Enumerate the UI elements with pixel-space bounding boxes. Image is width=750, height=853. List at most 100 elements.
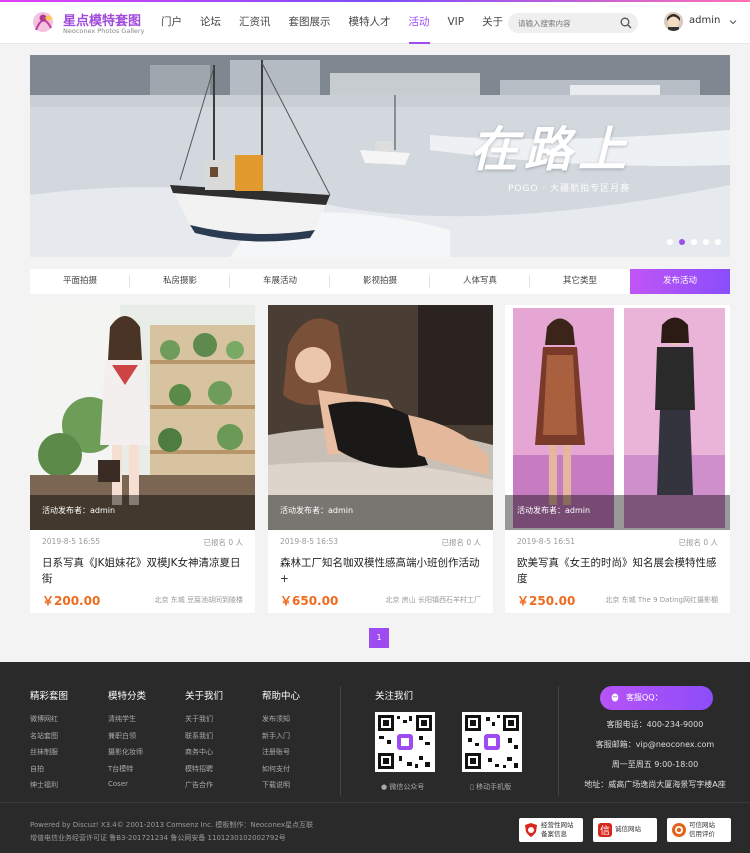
- tab-auto-show[interactable]: 车展活动: [230, 269, 330, 294]
- event-card[interactable]: 活动发布者：admin 2019-8-5 16:51 已报名 0 人 欧美写真《…: [505, 305, 730, 613]
- footer-link[interactable]: 商务中心: [185, 747, 223, 764]
- footer-link[interactable]: Coser: [108, 780, 146, 797]
- nav-portal[interactable]: 门户: [152, 0, 191, 44]
- footer-link[interactable]: 绅士福利: [30, 780, 68, 797]
- main-nav: 门户 论坛 汇资讯 套图展示 模特人才 活动 VIP 关于: [152, 0, 512, 44]
- footer-link[interactable]: 关于我们: [185, 714, 223, 731]
- footer-link[interactable]: 微博网红: [30, 714, 68, 731]
- card-title[interactable]: 日系写真《JK姐妹花》双模JK女神清凉夏日街: [42, 555, 247, 587]
- footer-column-title: 模特分类: [108, 691, 147, 702]
- card-date: 2019-8-5 16:51: [517, 537, 576, 546]
- svg-text:信: 信: [600, 825, 610, 837]
- card-location: 北京 东城 The 9 Dating网红摄影棚: [605, 596, 718, 604]
- avatar[interactable]: [664, 12, 683, 31]
- footer-link[interactable]: 联系我们: [185, 731, 223, 748]
- badge-text: 诚信网站: [615, 825, 641, 834]
- contact-hours: 周一至周五 9:00-18:00: [611, 760, 699, 769]
- card-image[interactable]: 活动发布者：admin: [30, 305, 255, 530]
- footer-column: 帮助中心 发布须知 新手入门 注册账号 如何支付 下载说明: [262, 688, 300, 797]
- slide-dot-1[interactable]: [667, 239, 673, 245]
- footer-link[interactable]: 广告合作: [185, 780, 223, 797]
- card-title[interactable]: 森林工厂知名咖双模性感高端小班创作活动 +: [280, 555, 485, 587]
- card-photo: [30, 305, 255, 530]
- card-signup-count: 已报名 0 人: [441, 538, 481, 547]
- nav-events[interactable]: 活动: [400, 0, 439, 44]
- card-title[interactable]: 欧美写真《女王的时尚》知名展会模特性感度: [517, 555, 722, 587]
- nav-forum[interactable]: 论坛: [191, 0, 230, 44]
- kefu-label: 客服QQ：: [626, 693, 663, 702]
- mobile-icon: ▯: [470, 783, 474, 791]
- search-icon[interactable]: [620, 17, 632, 29]
- card-image[interactable]: 活动发布者：admin: [268, 305, 493, 530]
- footer-link[interactable]: 注册账号: [262, 747, 300, 764]
- nav-vip[interactable]: VIP: [439, 0, 474, 44]
- footer-link[interactable]: 丝袜制服: [30, 747, 68, 764]
- copyright-line: Powered by Discuz! X3.4© 2001-2013 Comse…: [30, 821, 314, 829]
- event-card[interactable]: 活动发布者：admin 2019-8-5 16:55 已报名 0 人 日系写真《…: [30, 305, 255, 613]
- license-line: 增值电信业务经营许可证 鲁B3-201721234 鲁公网安备 11012301…: [30, 834, 286, 842]
- tab-film-shoot[interactable]: 影视拍摄: [330, 269, 430, 294]
- badge-line: 诚信网站: [615, 825, 641, 833]
- badge-line: 经营性网站: [541, 821, 574, 829]
- customer-service-qq-button[interactable]: 客服QQ：: [600, 686, 713, 710]
- badge-credible-site[interactable]: 可信网站 信用评价: [667, 818, 731, 842]
- card-location: 北京 房山 长阳镇西石羊村工厂: [385, 596, 481, 604]
- qr-code-mobile: [462, 712, 522, 772]
- slide-dot-5[interactable]: [715, 239, 721, 245]
- card-image[interactable]: 活动发布者：admin: [505, 305, 730, 530]
- footer-link[interactable]: 自拍: [30, 764, 68, 781]
- nav-gallery[interactable]: 套图展示: [280, 0, 340, 44]
- badge-text: 可信网站 信用评价: [689, 821, 715, 838]
- card-meta: 2019-8-5 16:53 已报名 0 人: [280, 537, 481, 547]
- footer-link[interactable]: 清纯学生: [108, 714, 146, 731]
- footer-link[interactable]: 如何支付: [262, 764, 300, 781]
- nav-news[interactable]: 汇资讯: [230, 0, 280, 44]
- card-meta: 2019-8-5 16:51 已报名 0 人: [517, 537, 718, 547]
- qr-caption-text: 移动手机版: [476, 783, 512, 791]
- footer-link[interactable]: 兼职白领: [108, 731, 146, 748]
- slide-indicators: [667, 239, 721, 245]
- shield-icon: [525, 823, 537, 837]
- chevron-down-icon[interactable]: [728, 17, 738, 27]
- footer-column-title: 帮助中心: [262, 691, 301, 702]
- footer-link[interactable]: 名站套图: [30, 731, 68, 748]
- event-card[interactable]: 活动发布者：admin 2019-8-5 16:53 已报名 0 人 森林工厂知…: [268, 305, 493, 613]
- card-photo: [505, 305, 730, 530]
- footer-column: 模特分类 清纯学生 兼职白领 摄影化妆师 T台模特 Coser: [108, 688, 146, 797]
- footer-column: 精彩套图 微博网红 名站套图 丝袜制服 自拍 绅士福利: [30, 688, 68, 797]
- banner-subtitle: POGO · 大疆航拍专区月赛: [508, 184, 631, 194]
- footer-link[interactable]: 下载说明: [262, 780, 300, 797]
- slide-dot-2[interactable]: [679, 239, 685, 245]
- footer-link[interactable]: 摄影化妆师: [108, 747, 146, 764]
- card-signup-count: 已报名 0 人: [203, 538, 243, 547]
- username[interactable]: admin: [689, 15, 720, 26]
- badge-business-site[interactable]: 经营性网站 备案信息: [519, 818, 583, 842]
- search-input[interactable]: [518, 16, 614, 30]
- footer-link[interactable]: T台模特: [108, 764, 146, 781]
- badge-line: 备案信息: [541, 829, 567, 838]
- contact-address: 地址：威高广场逸尚大厦海景写字楼A座: [584, 780, 726, 789]
- search-box: [508, 13, 638, 33]
- page-button-1[interactable]: 1: [369, 628, 389, 648]
- footer-link[interactable]: 新手入门: [262, 731, 300, 748]
- footer-link[interactable]: 模特招聘: [185, 764, 223, 781]
- tab-private-photo[interactable]: 私房摄影: [130, 269, 230, 294]
- slide-dot-4[interactable]: [703, 239, 709, 245]
- footer-column-title: 关于我们: [185, 691, 224, 702]
- publish-event-button[interactable]: 发布活动: [630, 269, 730, 294]
- tab-other[interactable]: 其它类型: [530, 269, 630, 294]
- hero-banner[interactable]: 在路上 POGO · 大疆航拍专区月赛: [30, 55, 730, 257]
- tab-print-shoot[interactable]: 平面拍摄: [30, 269, 130, 294]
- nav-about[interactable]: 关于: [473, 0, 512, 44]
- badge-trusted-site[interactable]: 信 诚信网站: [593, 818, 657, 842]
- site-logo[interactable]: 星点模特套图 Neoconex Photos Gallery: [30, 8, 150, 38]
- tab-body-portrait[interactable]: 人体写真: [430, 269, 530, 294]
- slide-dot-3[interactable]: [691, 239, 697, 245]
- avatar-face-icon: [664, 12, 683, 31]
- badge-line: 可信网站: [689, 821, 715, 829]
- nav-models[interactable]: 模特人才: [340, 0, 400, 44]
- qr-caption-text: 微信公众号: [389, 783, 425, 791]
- logo-subtitle: Neoconex Photos Gallery: [63, 27, 145, 35]
- footer-link[interactable]: 发布须知: [262, 714, 300, 731]
- footer-divider: [340, 686, 341, 796]
